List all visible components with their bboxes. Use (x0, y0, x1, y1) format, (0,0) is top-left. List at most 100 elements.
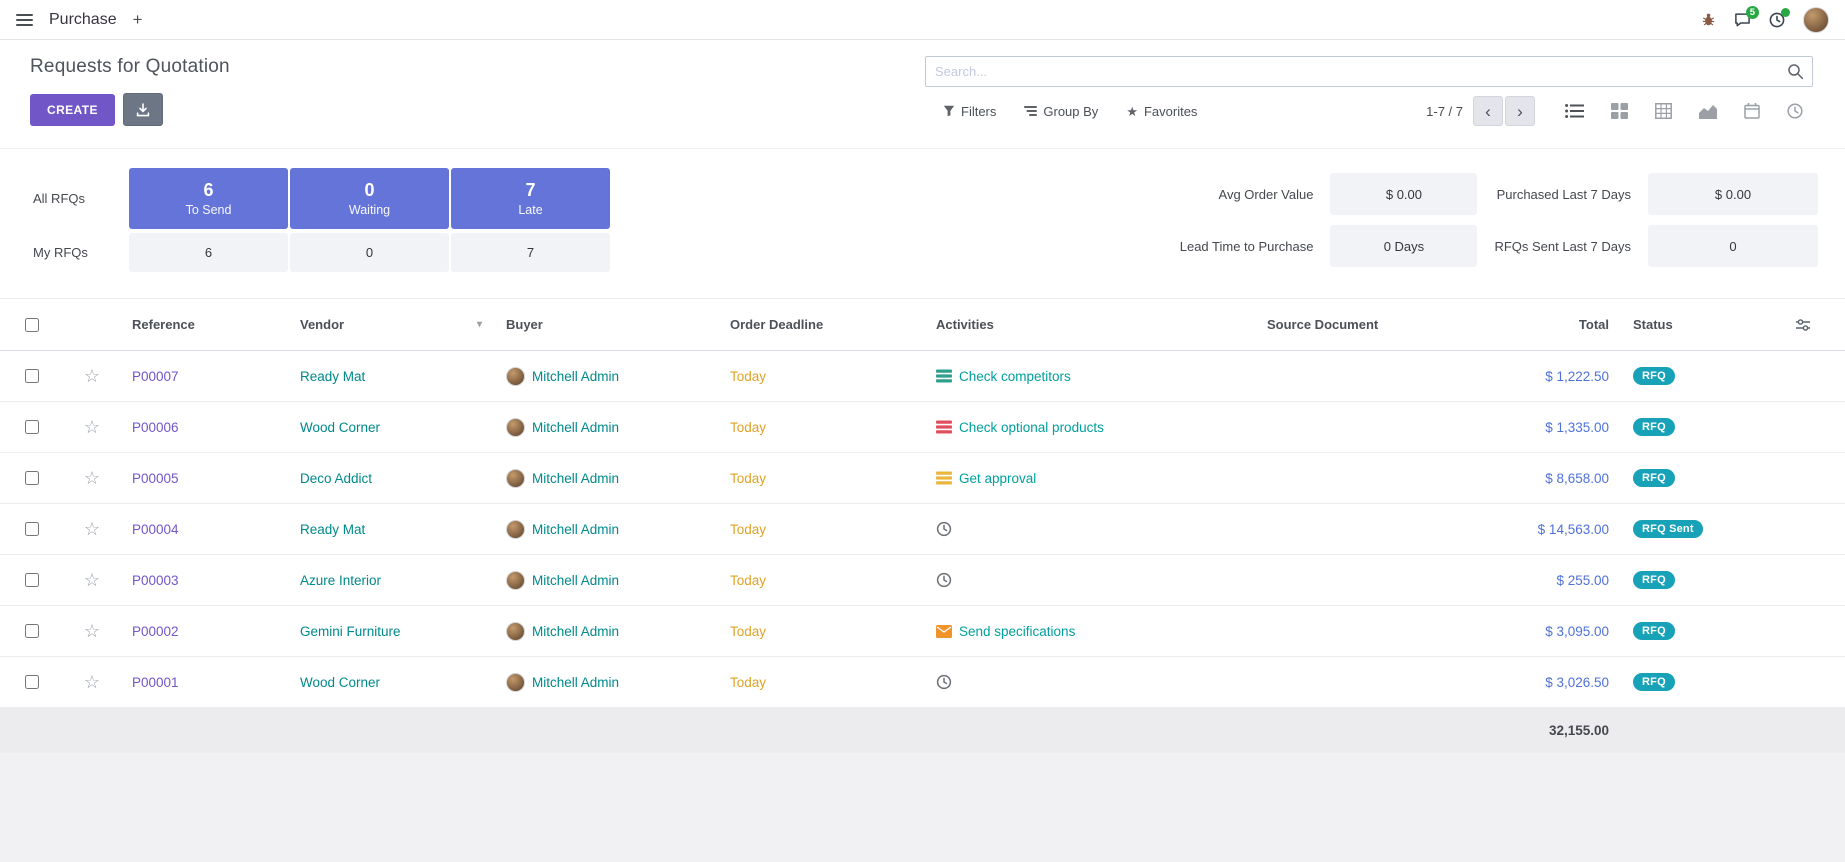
column-header-activities[interactable]: Activities (924, 299, 1255, 350)
buyer-cell[interactable]: Mitchell Admin (494, 606, 718, 656)
row-checkbox[interactable] (25, 471, 39, 485)
activity-cell[interactable]: Get approval (924, 453, 1255, 503)
activity-cell[interactable] (924, 657, 1255, 707)
bug-icon[interactable] (1701, 12, 1716, 27)
row-checkbox[interactable] (25, 369, 39, 383)
favorite-star-icon[interactable]: ☆ (84, 469, 100, 487)
buyer-cell[interactable]: Mitchell Admin (494, 657, 718, 707)
table-row[interactable]: ☆ P00004 Ready Mat Mitchell Admin Today … (0, 504, 1845, 555)
list-yellow-icon[interactable] (936, 471, 952, 485)
app-name[interactable]: Purchase (49, 11, 117, 29)
vendor-cell[interactable]: Gemini Furniture (288, 606, 494, 656)
table-row[interactable]: ☆ P00001 Wood Corner Mitchell Admin Toda… (0, 657, 1845, 708)
filters-button[interactable]: Filters (943, 104, 996, 119)
apps-menu-icon[interactable] (14, 10, 35, 30)
favorites-button[interactable]: ★ Favorites (1126, 104, 1197, 119)
graph-view-icon[interactable] (1699, 104, 1717, 119)
messages-icon[interactable]: 5 (1734, 12, 1751, 28)
clock-icon[interactable] (936, 572, 952, 588)
table-row[interactable]: ☆ P00005 Deco Addict Mitchell Admin Toda… (0, 453, 1845, 504)
list-red-icon[interactable] (936, 420, 952, 434)
list-view-icon[interactable] (1565, 103, 1584, 119)
calendar-view-icon[interactable] (1744, 103, 1760, 119)
export-button[interactable] (123, 93, 163, 126)
table-row[interactable]: ☆ P00002 Gemini Furniture Mitchell Admin… (0, 606, 1845, 657)
stat-value-rfqs-sent-last-7-days[interactable]: 0 (1648, 225, 1818, 267)
activities-icon[interactable] (1769, 12, 1785, 28)
vendor-cell[interactable]: Wood Corner (288, 402, 494, 452)
activity-label[interactable]: Send specifications (959, 624, 1075, 639)
search-icon[interactable] (1787, 63, 1804, 80)
row-checkbox[interactable] (25, 522, 39, 536)
table-row[interactable]: ☆ P00007 Ready Mat Mitchell Admin Today … (0, 351, 1845, 402)
reference-cell[interactable]: P00001 (120, 657, 288, 707)
row-checkbox[interactable] (25, 573, 39, 587)
row-checkbox[interactable] (25, 420, 39, 434)
envelope-icon[interactable] (936, 625, 952, 638)
column-header-source-document[interactable]: Source Document (1255, 299, 1451, 350)
row-checkbox[interactable] (25, 624, 39, 638)
activity-cell[interactable]: Send specifications (924, 606, 1255, 656)
buyer-cell[interactable]: Mitchell Admin (494, 453, 718, 503)
column-header-status[interactable]: Status (1621, 299, 1761, 350)
activity-cell[interactable] (924, 504, 1255, 554)
pager-next-button[interactable]: › (1505, 96, 1535, 126)
my-rfq-late[interactable]: 7 (451, 233, 610, 272)
pager-previous-button[interactable]: ‹ (1473, 96, 1503, 126)
favorite-star-icon[interactable]: ☆ (84, 673, 100, 691)
buyer-cell[interactable]: Mitchell Admin (494, 351, 718, 401)
pivot-view-icon[interactable] (1655, 103, 1672, 119)
rfq-card-to-send[interactable]: 6 To Send (129, 168, 288, 229)
column-header-order-deadline[interactable]: Order Deadline (718, 299, 924, 350)
list-green-icon[interactable] (936, 369, 952, 383)
favorite-star-icon[interactable]: ☆ (84, 520, 100, 538)
plus-icon[interactable]: + (131, 11, 145, 28)
reference-cell[interactable]: P00002 (120, 606, 288, 656)
activity-view-icon[interactable] (1787, 103, 1803, 119)
select-all-checkbox[interactable] (25, 318, 39, 332)
column-header-buyer[interactable]: Buyer (494, 299, 718, 350)
column-header-vendor[interactable]: Vendor ▾ (288, 299, 494, 350)
user-avatar[interactable] (1803, 7, 1829, 33)
search-box[interactable] (925, 56, 1813, 87)
favorite-star-icon[interactable]: ☆ (84, 622, 100, 640)
column-header-reference[interactable]: Reference (120, 299, 288, 350)
reference-cell[interactable]: P00006 (120, 402, 288, 452)
buyer-cell[interactable]: Mitchell Admin (494, 555, 718, 605)
create-button[interactable]: CREATE (30, 94, 115, 126)
column-header-total[interactable]: Total (1451, 299, 1621, 350)
stat-value-purchased-last-7-days[interactable]: $ 0.00 (1648, 173, 1818, 215)
reference-cell[interactable]: P00003 (120, 555, 288, 605)
group-by-button[interactable]: Group By (1024, 104, 1098, 119)
table-row[interactable]: ☆ P00003 Azure Interior Mitchell Admin T… (0, 555, 1845, 606)
clock-icon[interactable] (936, 674, 952, 690)
stat-value-avg-order-value[interactable]: $ 0.00 (1330, 173, 1477, 215)
vendor-cell[interactable]: Ready Mat (288, 351, 494, 401)
favorite-star-icon[interactable]: ☆ (84, 418, 100, 436)
vendor-cell[interactable]: Azure Interior (288, 555, 494, 605)
favorite-star-icon[interactable]: ☆ (84, 571, 100, 589)
optional-columns-button[interactable] (1761, 299, 1845, 350)
activity-label[interactable]: Get approval (959, 471, 1036, 486)
activity-cell[interactable]: Check optional products (924, 402, 1255, 452)
my-rfq-waiting[interactable]: 0 (290, 233, 449, 272)
favorite-star-icon[interactable]: ☆ (84, 367, 100, 385)
activity-cell[interactable] (924, 555, 1255, 605)
kanban-view-icon[interactable] (1611, 103, 1628, 119)
activity-cell[interactable]: Check competitors (924, 351, 1255, 401)
my-rfq-to-send[interactable]: 6 (129, 233, 288, 272)
stat-value-lead-time-to-purchase[interactable]: 0 Days (1330, 225, 1477, 267)
vendor-cell[interactable]: Wood Corner (288, 657, 494, 707)
activity-label[interactable]: Check competitors (959, 369, 1071, 384)
row-checkbox[interactable] (25, 675, 39, 689)
buyer-cell[interactable]: Mitchell Admin (494, 402, 718, 452)
buyer-cell[interactable]: Mitchell Admin (494, 504, 718, 554)
reference-cell[interactable]: P00004 (120, 504, 288, 554)
vendor-cell[interactable]: Ready Mat (288, 504, 494, 554)
vendor-cell[interactable]: Deco Addict (288, 453, 494, 503)
clock-icon[interactable] (936, 521, 952, 537)
table-row[interactable]: ☆ P00006 Wood Corner Mitchell Admin Toda… (0, 402, 1845, 453)
reference-cell[interactable]: P00005 (120, 453, 288, 503)
rfq-card-waiting[interactable]: 0 Waiting (290, 168, 449, 229)
activity-label[interactable]: Check optional products (959, 420, 1104, 435)
